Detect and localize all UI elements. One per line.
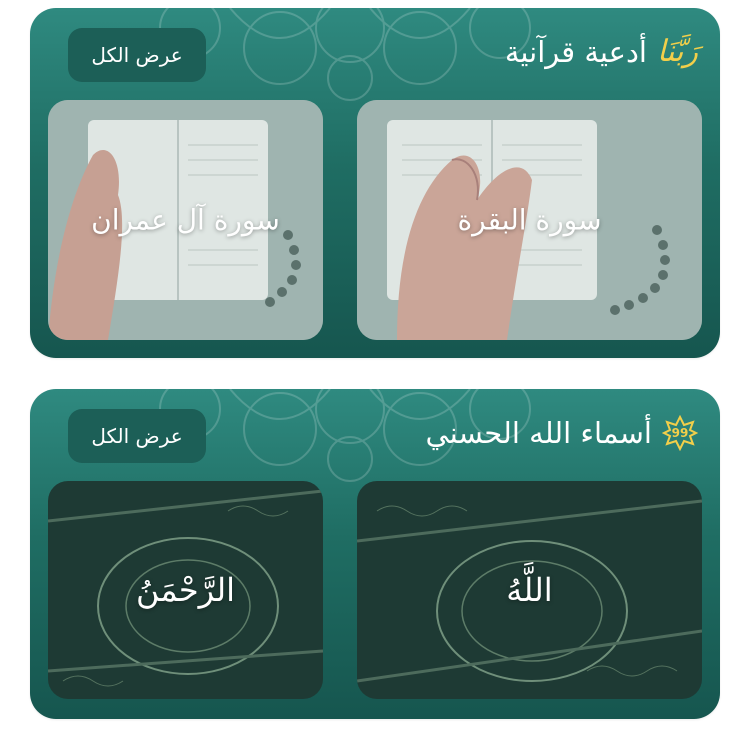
names-of-allah-section: 99 أسماء الله الحسني عرض الكل اللَّهُ ال… <box>30 389 720 719</box>
rabbana-calligraphy-icon: رَبَّنَا <box>656 34 698 69</box>
dua-card-al-baqarah[interactable]: سورة البقرة <box>357 100 702 340</box>
dua-card-al-imran[interactable]: سورة آل عمران <box>48 100 323 340</box>
card-label: الرَّحْمَنُ <box>136 571 235 609</box>
section-title: 99 أسماء الله الحسني <box>426 415 698 451</box>
section-title-text: أدعية قرآنية <box>504 34 647 69</box>
section-title: رَبَّنَا أدعية قرآنية <box>505 34 698 69</box>
card-label: اللَّهُ <box>506 571 553 609</box>
ninety-nine-star-badge-icon: 99 <box>662 415 698 451</box>
quranic-duas-section: رَبَّنَا أدعية قرآنية عرض الكل سورة البق… <box>30 8 720 358</box>
name-card-allah[interactable]: اللَّهُ <box>357 481 702 699</box>
section-title-text: أسماء الله الحسني <box>425 416 652 450</box>
card-label: سورة آل عمران <box>91 203 280 237</box>
view-all-button[interactable]: عرض الكل <box>68 409 206 463</box>
card-label: سورة البقرة <box>457 203 602 237</box>
view-all-button[interactable]: عرض الكل <box>68 28 206 82</box>
name-card-ar-rahman[interactable]: الرَّحْمَنُ <box>48 481 323 699</box>
